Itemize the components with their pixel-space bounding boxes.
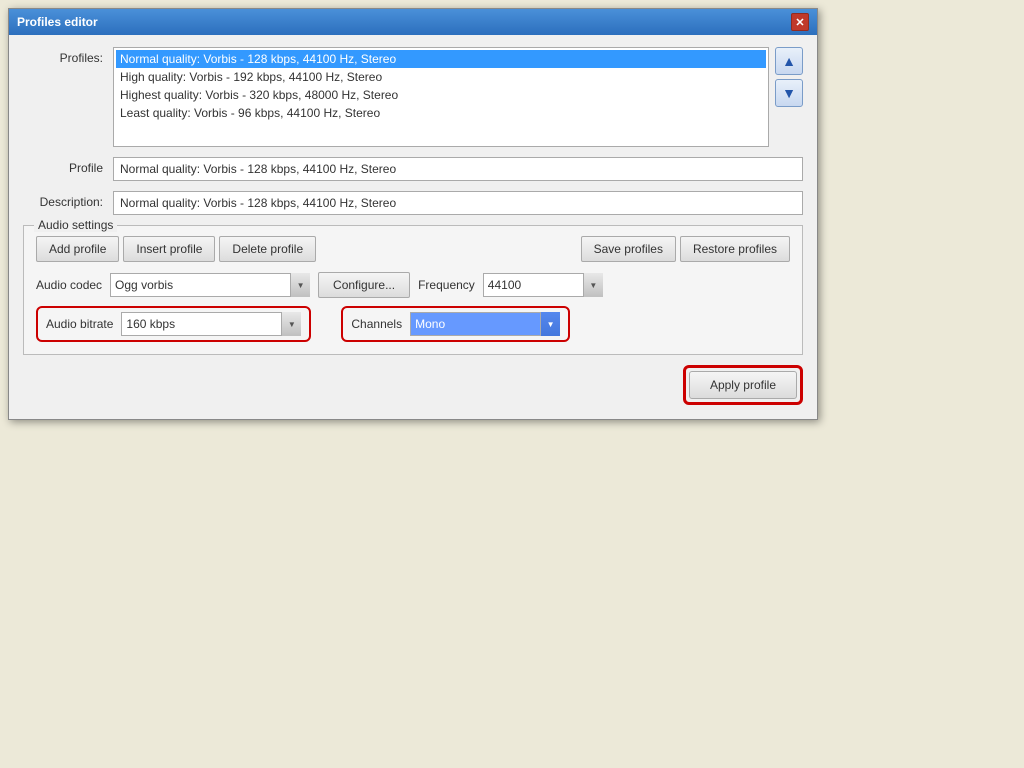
move-down-button[interactable]: ▼ [775,79,803,107]
audio-settings-group: Audio settings Add profile Insert profil… [23,225,803,355]
delete-profile-button[interactable]: Delete profile [219,236,316,262]
bitrate-wrapper: 160 kbps ▼ [121,312,301,336]
audio-bitrate-select[interactable]: 160 kbps [121,312,301,336]
audio-bitrate-label: Audio bitrate [46,317,113,331]
frequency-label: Frequency [418,278,475,292]
content-area: Profiles: Normal quality: Vorbis - 128 k… [9,35,817,419]
frequency-select[interactable]: 44100 [483,273,603,297]
list-item[interactable]: Normal quality: Vorbis - 128 kbps, 44100… [116,50,766,68]
insert-profile-button[interactable]: Insert profile [123,236,215,262]
profile-name-row: Profile [23,157,803,181]
reorder-buttons: ▲ ▼ [775,47,803,107]
channels-label: Channels [351,317,402,331]
profile-buttons-row: Add profile Insert profile Delete profil… [36,236,790,262]
list-item[interactable]: Least quality: Vorbis - 96 kbps, 44100 H… [116,104,766,122]
audio-detail-row: Audio bitrate 160 kbps ▼ Channels Mono [36,306,790,342]
frequency-wrapper: 44100 ▼ [483,273,603,297]
profiles-list[interactable]: Normal quality: Vorbis - 128 kbps, 44100… [113,47,769,147]
down-arrow-icon: ▼ [782,85,796,101]
profiles-editor-window: Profiles editor ✕ Profiles: Normal quali… [8,8,818,420]
list-item[interactable]: High quality: Vorbis - 192 kbps, 44100 H… [116,68,766,86]
window-title: Profiles editor [17,15,98,29]
profile-name-input[interactable] [113,157,803,181]
description-input[interactable] [113,191,803,215]
audio-codec-row: Audio codec Ogg vorbis ▼ Configure... Fr… [36,272,790,298]
audio-codec-wrapper: Ogg vorbis ▼ [110,273,310,297]
profile-label: Profile [23,157,113,175]
save-profiles-button[interactable]: Save profiles [581,236,676,262]
move-up-button[interactable]: ▲ [775,47,803,75]
title-bar: Profiles editor ✕ [9,9,817,35]
restore-profiles-button[interactable]: Restore profiles [680,236,790,262]
profiles-label: Profiles: [23,47,113,65]
audio-codec-select[interactable]: Ogg vorbis [110,273,310,297]
channels-wrapper: Mono ▼ [410,312,560,336]
list-item[interactable]: Highest quality: Vorbis - 320 kbps, 4800… [116,86,766,104]
add-profile-button[interactable]: Add profile [36,236,119,262]
channels-group: Channels Mono ▼ [341,306,570,342]
description-row: Description: [23,191,803,215]
audio-settings-label: Audio settings [34,218,117,232]
apply-profile-button[interactable]: Apply profile [689,371,797,399]
configure-button[interactable]: Configure... [318,272,410,298]
apply-profile-highlight: Apply profile [683,365,803,405]
close-button[interactable]: ✕ [791,13,809,31]
channels-select[interactable]: Mono [410,312,560,336]
audio-bitrate-group: Audio bitrate 160 kbps ▼ [36,306,311,342]
audio-codec-label: Audio codec [36,278,102,292]
bottom-row: Apply profile [23,365,803,405]
profiles-row: Profiles: Normal quality: Vorbis - 128 k… [23,47,803,147]
description-label: Description: [23,191,113,209]
up-arrow-icon: ▲ [782,53,796,69]
